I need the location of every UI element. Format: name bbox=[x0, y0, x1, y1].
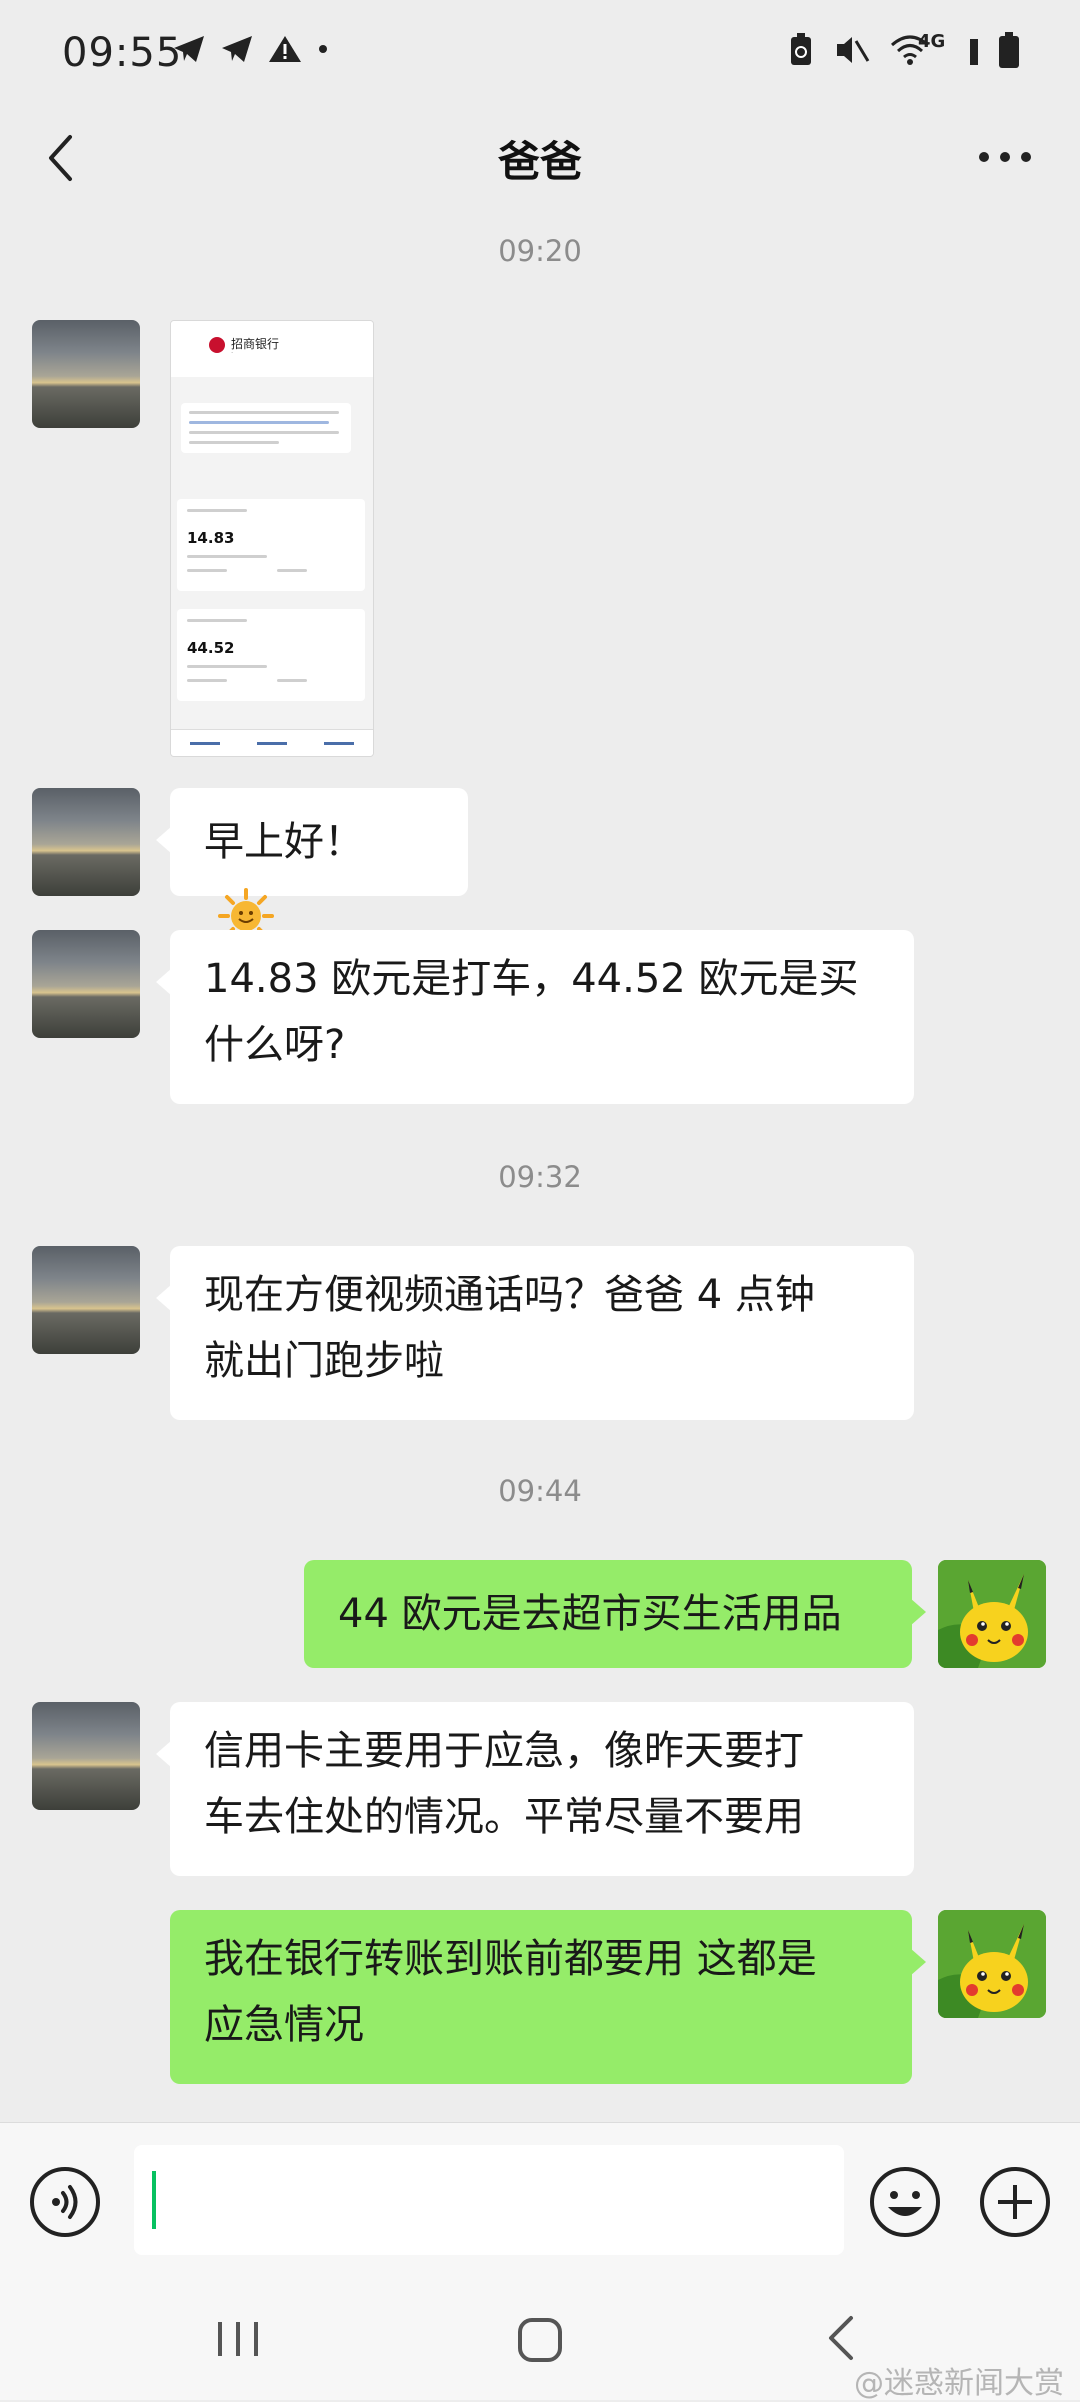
timestamp: 09:32 bbox=[498, 1160, 582, 1194]
wifi-4g: 4G bbox=[890, 31, 950, 67]
more-icon bbox=[979, 152, 1031, 162]
dot-icon bbox=[319, 45, 327, 53]
message-bubble[interactable]: 信用卡主要用于应急，像昨天要打 车去住处的情况。平常尽量不要用 bbox=[156, 1702, 914, 1876]
status-bar: 09:55 4G bbox=[0, 0, 1080, 110]
more-functions-button[interactable] bbox=[978, 2165, 1052, 2239]
contact-avatar[interactable] bbox=[32, 1246, 140, 1354]
contact-avatar[interactable] bbox=[32, 788, 140, 896]
system-nav-bar: @迷惑新闻大赏 bbox=[0, 2278, 1080, 2401]
message-bubble[interactable]: 早上好！ bbox=[156, 788, 468, 944]
watermark: @迷惑新闻大赏 bbox=[854, 2366, 1064, 2401]
recents-button[interactable] bbox=[210, 2314, 266, 2364]
message-input[interactable] bbox=[134, 2145, 844, 2255]
message-line: 应急情况 bbox=[204, 2002, 364, 2048]
bank-name: 招商银行 bbox=[231, 337, 280, 351]
message-line: 什么呀? bbox=[204, 1022, 346, 1068]
telegram-icon bbox=[174, 36, 204, 62]
contact-avatar[interactable] bbox=[32, 320, 140, 428]
message-line: 车去住处的情况。平常尽量不要用 bbox=[204, 1794, 804, 1840]
my-avatar[interactable] bbox=[938, 1910, 1046, 2018]
pikachu-avatar-icon bbox=[938, 1560, 1046, 1668]
message-bubble[interactable]: 14.83 欧元是打车，44.52 欧元是买 什么呀? bbox=[156, 930, 914, 1104]
message-line: 我在银行转账到账前都要用 这都是 bbox=[204, 1936, 817, 1982]
signal-icon bbox=[970, 39, 978, 65]
amount-2: 44.52 bbox=[187, 639, 235, 657]
recycle-icon bbox=[791, 33, 811, 65]
message-line: 就出门跑步啦 bbox=[204, 1338, 444, 1384]
notification-icons bbox=[172, 34, 330, 64]
bank-sms-screenshot[interactable]: 招商银行 · 14.83 44.52 bbox=[170, 320, 374, 757]
more-options-button[interactable] bbox=[970, 132, 1040, 182]
warning-icon bbox=[269, 36, 301, 62]
chat-header: 爸爸 bbox=[0, 110, 1080, 200]
home-button[interactable] bbox=[510, 2310, 570, 2370]
battery-icon bbox=[999, 32, 1019, 68]
my-avatar[interactable] bbox=[938, 1560, 1046, 1668]
emoji-button[interactable] bbox=[868, 2165, 942, 2239]
bank-number: · bbox=[231, 349, 234, 357]
amount-1: 14.83 bbox=[187, 529, 235, 547]
input-bar bbox=[0, 2122, 1080, 2279]
recents-icon bbox=[218, 2322, 258, 2356]
network-label: 4G bbox=[918, 31, 946, 52]
voice-input-button[interactable] bbox=[28, 2165, 102, 2239]
message-text: 44 欧元是去超市买生活用品 bbox=[338, 1591, 842, 1637]
timestamp: 09:44 bbox=[498, 1474, 582, 1508]
timestamp: 09:20 bbox=[498, 234, 582, 268]
chat-title: 爸爸 bbox=[497, 137, 582, 186]
home-icon bbox=[518, 2318, 562, 2362]
plus-icon bbox=[980, 2167, 1050, 2237]
message-text: 早上好！ bbox=[204, 819, 364, 865]
emoji-icon bbox=[870, 2167, 940, 2237]
system-icons: 4G bbox=[788, 31, 1020, 68]
contact-avatar[interactable] bbox=[32, 1702, 140, 1810]
my-message-bubble[interactable]: 我在银行转账到账前都要用 这都是 应急情况 bbox=[170, 1910, 926, 2084]
text-caret bbox=[152, 2171, 156, 2229]
voice-icon bbox=[30, 2167, 100, 2237]
message-line: 14.83 欧元是打车，44.52 欧元是买 bbox=[204, 956, 859, 1002]
telegram-icon bbox=[222, 36, 252, 62]
pikachu-avatar-icon bbox=[938, 1910, 1046, 2018]
contact-avatar[interactable] bbox=[32, 930, 140, 1038]
my-message-bubble[interactable]: 44 欧元是去超市买生活用品 bbox=[304, 1560, 926, 1668]
message-bubble[interactable]: 现在方便视频通话吗？爸爸 4 点钟 就出门跑步啦 bbox=[156, 1246, 914, 1420]
message-line: 信用卡主要用于应急，像昨天要打 bbox=[204, 1728, 804, 1774]
message-line: 现在方便视频通话吗？爸爸 4 点钟 bbox=[204, 1272, 815, 1318]
status-time: 09:55 bbox=[62, 30, 183, 76]
mute-icon bbox=[837, 37, 870, 63]
bank-logo-icon bbox=[209, 337, 225, 353]
